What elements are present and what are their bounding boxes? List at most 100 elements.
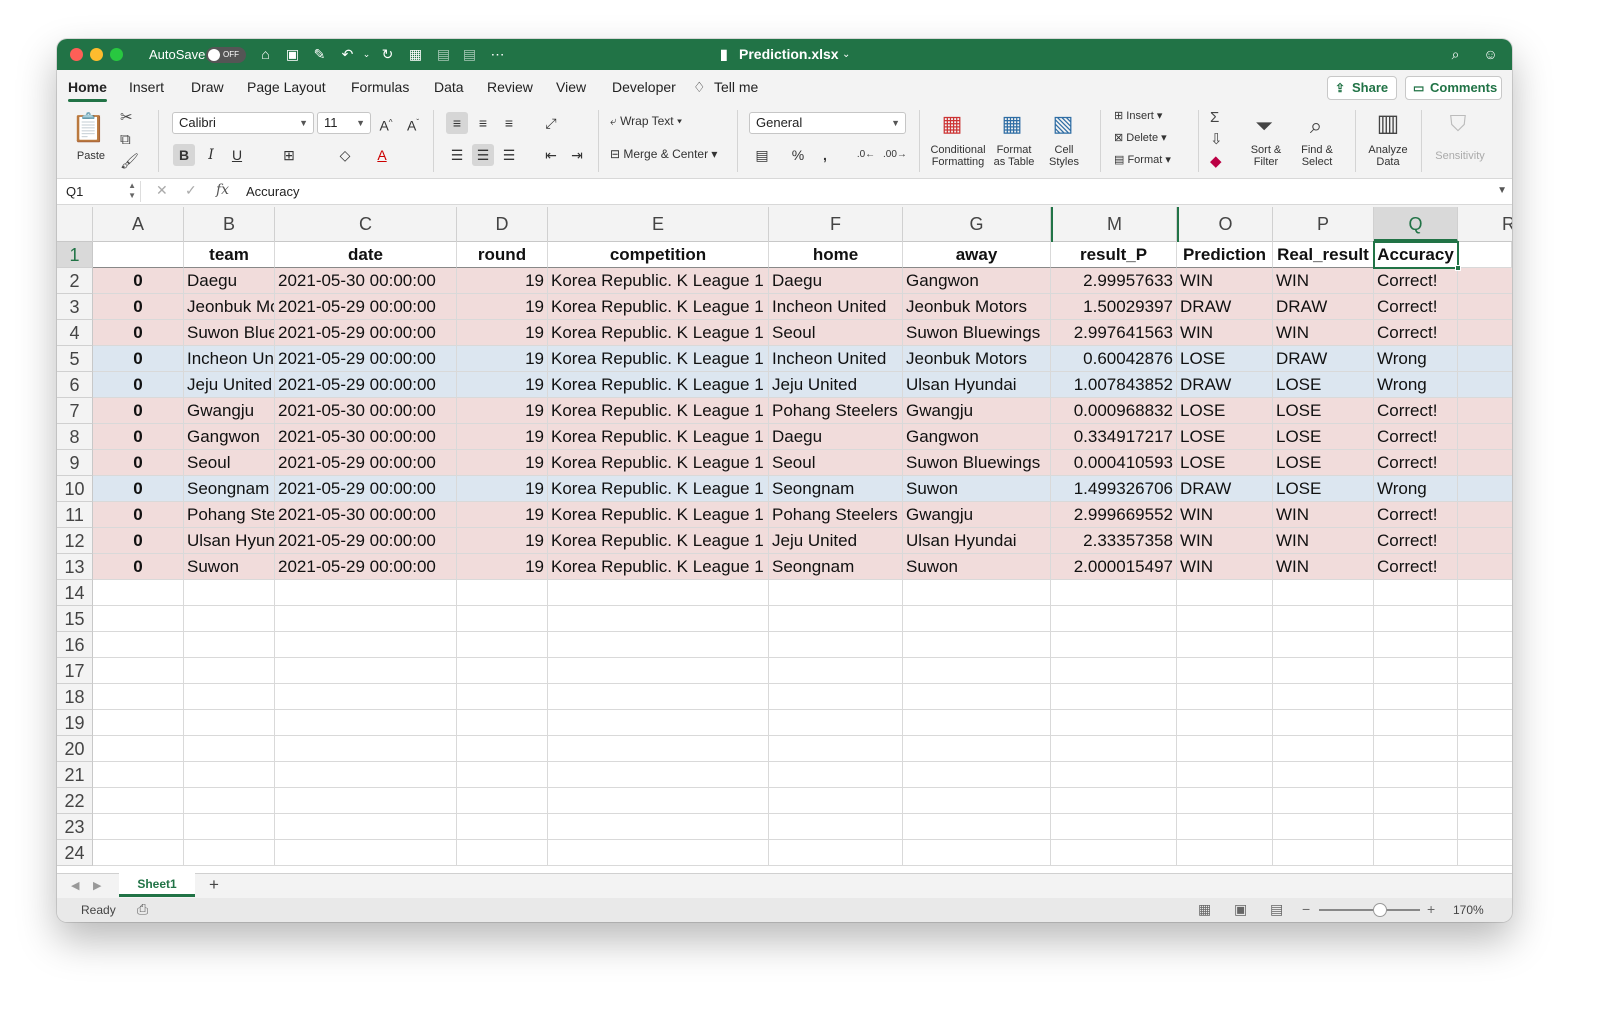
cell-d[interactable]: 19 (457, 346, 548, 372)
empty-cell[interactable] (457, 736, 548, 762)
empty-cell[interactable] (275, 762, 457, 788)
cell-q[interactable]: Correct! (1374, 424, 1458, 450)
empty-cell[interactable] (1051, 762, 1177, 788)
redo-icon[interactable]: ↻ (379, 46, 396, 63)
cell-d[interactable]: 19 (457, 554, 548, 580)
cell-f[interactable]: Seongnam (769, 476, 903, 502)
cell-p[interactable]: LOSE (1273, 398, 1374, 424)
cell-e[interactable]: Korea Republic. K League 1 (548, 346, 769, 372)
number-format-dropdown[interactable]: General ▼ (749, 112, 906, 134)
cell-f[interactable]: Seoul (769, 320, 903, 346)
cell-o[interactable]: WIN (1177, 320, 1273, 346)
share-button[interactable]: ⇪ Share (1327, 76, 1397, 100)
cell-m[interactable]: 2.999669552 (1051, 502, 1177, 528)
sheet-icon[interactable]: ▤ (435, 46, 452, 63)
find-select-button[interactable]: Find & Select (1295, 144, 1339, 168)
wrap-text-button[interactable]: ⤶ Wrap Text ▾ (610, 114, 682, 129)
cell-o[interactable]: LOSE (1177, 398, 1273, 424)
increase-font-size-icon[interactable]: A^ (375, 112, 397, 134)
cell-g[interactable]: Gangwon (903, 424, 1051, 450)
orientation-icon[interactable]: ⤢ (540, 112, 562, 134)
cell-d[interactable]: 19 (457, 372, 548, 398)
find-select-icon[interactable]: ⌕ (1301, 112, 1331, 140)
empty-cell[interactable] (275, 814, 457, 840)
empty-cell[interactable] (184, 632, 275, 658)
minimize-window-button[interactable] (90, 48, 103, 61)
cell-c[interactable]: 2021-05-29 00:00:00 (275, 528, 457, 554)
column-header-e[interactable]: E (548, 207, 769, 242)
header-cell-m[interactable]: result_P (1051, 242, 1177, 268)
tab-page-layout[interactable]: Page Layout (247, 79, 326, 95)
empty-cell[interactable] (548, 736, 769, 762)
column-header-g[interactable]: G (903, 207, 1051, 242)
font-name-dropdown[interactable]: Calibri ▼ (172, 112, 314, 134)
cell-a[interactable]: 0 (93, 450, 184, 476)
cell-e[interactable]: Korea Republic. K League 1 (548, 450, 769, 476)
analyze-data-icon[interactable]: ▥ (1373, 108, 1403, 140)
cell-e[interactable]: Korea Republic. K League 1 (548, 424, 769, 450)
cell-m[interactable]: 1.499326706 (1051, 476, 1177, 502)
empty-cell[interactable] (903, 762, 1051, 788)
column-header-b[interactable]: B (184, 207, 275, 242)
empty-cell[interactable] (1273, 658, 1374, 684)
cell-e[interactable]: Korea Republic. K League 1 (548, 502, 769, 528)
empty-cell[interactable] (1374, 736, 1458, 762)
empty-cell[interactable] (275, 580, 457, 606)
decrease-indent-icon[interactable]: ⇤ (540, 144, 562, 166)
empty-cell[interactable] (1374, 814, 1458, 840)
cell-c[interactable]: 2021-05-29 00:00:00 (275, 372, 457, 398)
empty-cell[interactable] (184, 736, 275, 762)
conditional-formatting-icon[interactable]: ▦ (937, 110, 967, 138)
empty-cell[interactable] (275, 658, 457, 684)
empty-cell[interactable] (1273, 710, 1374, 736)
empty-cell[interactable] (275, 710, 457, 736)
empty-cell[interactable] (1177, 632, 1273, 658)
cell-styles-icon[interactable]: ▧ (1048, 110, 1078, 138)
cell-d[interactable]: 19 (457, 424, 548, 450)
header-cell-g[interactable]: away (903, 242, 1051, 268)
decrease-font-size-icon[interactable]: Aˇ (402, 112, 424, 134)
empty-cell[interactable] (1273, 632, 1374, 658)
spreadsheet-grid[interactable]: A B C D E F G M O P Q R 1 team date round co… (57, 207, 1512, 873)
empty-cell[interactable] (769, 736, 903, 762)
empty-cell[interactable] (93, 814, 184, 840)
cell-m[interactable]: 0.60042876 (1051, 346, 1177, 372)
cell-r[interactable] (1458, 294, 1512, 320)
cell-e[interactable]: Korea Republic. K League 1 (548, 398, 769, 424)
empty-cell[interactable] (548, 788, 769, 814)
cell-q[interactable]: Correct! (1374, 320, 1458, 346)
empty-cell[interactable] (1458, 762, 1512, 788)
cell-g[interactable]: Suwon Bluewings (903, 320, 1051, 346)
cell-b[interactable]: Gwangju (184, 398, 275, 424)
cell-p[interactable]: WIN (1273, 554, 1374, 580)
empty-cell[interactable] (184, 814, 275, 840)
cell-a[interactable]: 0 (93, 476, 184, 502)
header-cell-p[interactable]: Real_result (1273, 242, 1374, 268)
tab-developer[interactable]: Developer (612, 79, 676, 95)
cell-q[interactable]: Correct! (1374, 398, 1458, 424)
comma-style-icon[interactable]: , (814, 144, 836, 166)
cell-f[interactable]: Pohang Steelers (769, 502, 903, 528)
empty-cell[interactable] (457, 658, 548, 684)
cell-g[interactable]: Gwangju (903, 502, 1051, 528)
title-chevron-icon[interactable]: ⌄ (842, 39, 850, 70)
empty-cell[interactable] (1458, 814, 1512, 840)
cell-g[interactable]: Ulsan Hyundai (903, 528, 1051, 554)
cell-r[interactable] (1458, 502, 1512, 528)
empty-cell[interactable] (1177, 762, 1273, 788)
row-header[interactable]: 6 (57, 372, 93, 398)
empty-cell[interactable] (769, 684, 903, 710)
empty-cell[interactable] (548, 710, 769, 736)
empty-cell[interactable] (275, 632, 457, 658)
cell-q[interactable]: Correct! (1374, 502, 1458, 528)
conditional-formatting-button[interactable]: Conditional Formatting (925, 144, 991, 168)
sheet-icon-2[interactable]: ▤ (461, 46, 478, 63)
cell-q[interactable]: Correct! (1374, 268, 1458, 294)
cell-p[interactable]: DRAW (1273, 346, 1374, 372)
empty-cell[interactable] (1273, 580, 1374, 606)
cell-m[interactable]: 1.50029397 (1051, 294, 1177, 320)
cancel-icon[interactable]: ✕ (156, 182, 168, 199)
cell-c[interactable]: 2021-05-29 00:00:00 (275, 346, 457, 372)
cell-g[interactable]: Jeonbuk Motors (903, 294, 1051, 320)
insert-function-icon[interactable]: fx (216, 182, 229, 198)
